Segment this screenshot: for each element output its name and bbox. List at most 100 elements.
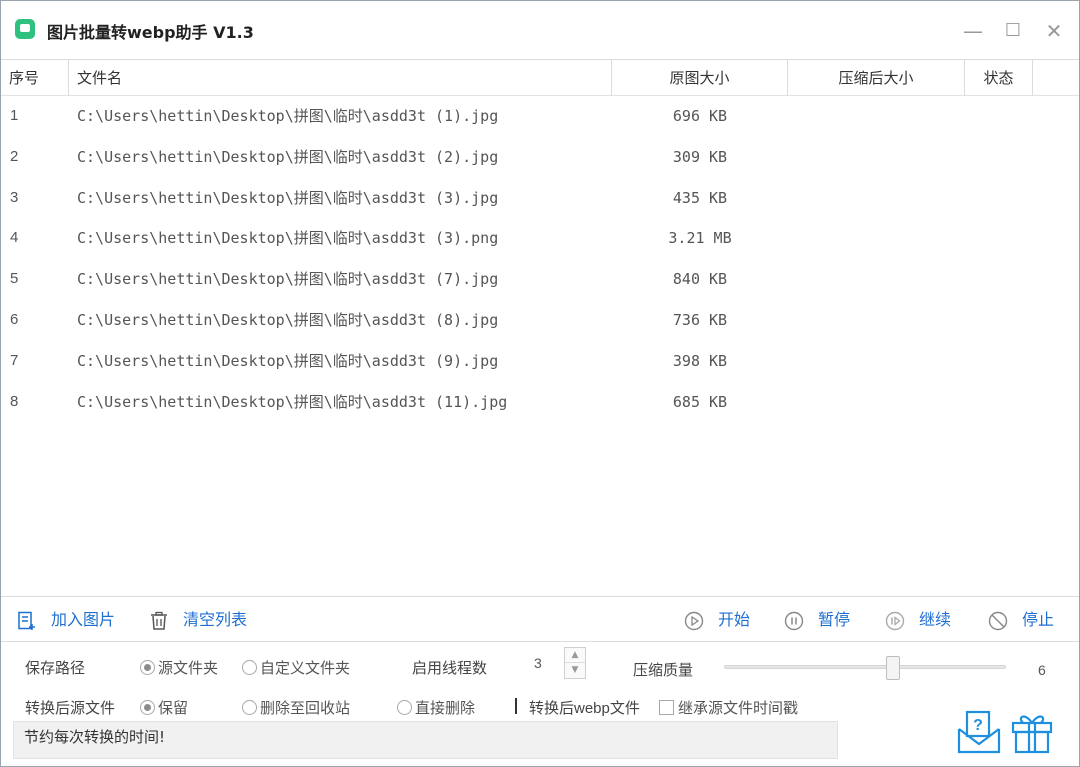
radio-dot	[140, 700, 155, 715]
table-row[interactable]: 5 C:\Users\hettin\Desktop\拼图\临时\asdd3t (…	[1, 259, 1079, 300]
row-index: 2	[10, 147, 19, 165]
action-toolbar: 加入图片 清空列表 开始 暂停 继续 停止	[1, 597, 1079, 642]
start-label: 开始	[718, 610, 751, 629]
column-header-index[interactable]: 序号	[1, 60, 69, 96]
row-original-size: 736 KB	[672, 310, 728, 329]
save-path-label: 保存路径	[25, 660, 86, 677]
quality-slider-handle[interactable]	[886, 656, 901, 680]
row-original-size: 696 KB	[672, 107, 728, 125]
inherit-timestamp-checkbox[interactable]: 继承源文件时间戳	[659, 697, 798, 718]
checkbox-box	[659, 700, 674, 715]
threads-label: 启用线程数	[412, 660, 488, 677]
row-index: 3	[10, 188, 19, 206]
row-original-size: 309 KB	[672, 147, 728, 166]
pause-icon	[784, 611, 804, 630]
add-images-button[interactable]: 加入图片	[17, 597, 115, 642]
radio-label: 源文件夹	[158, 659, 219, 677]
row-original-size: 435 KB	[672, 188, 728, 207]
column-header-status[interactable]: 状态	[965, 60, 1033, 96]
row-file-path: C:\Users\hettin\Desktop\拼图\临时\asdd3t (3)…	[77, 229, 499, 248]
column-header-filename[interactable]: 文件名	[69, 60, 612, 96]
resume-button[interactable]: 继续	[885, 597, 951, 642]
svg-text:?: ?	[973, 717, 983, 734]
pause-label: 暂停	[818, 610, 851, 629]
clear-list-button[interactable]: 清空列表	[149, 597, 247, 642]
resume-label: 继续	[919, 610, 952, 629]
trash-icon	[151, 611, 167, 630]
app-window: 图片批量转webp助手 V1.3 — ☐ ✕ 序号 文件名 原图大小 压缩后大小…	[0, 0, 1080, 767]
quality-label: 压缩质量	[633, 662, 694, 679]
stop-label: 停止	[1022, 610, 1055, 629]
save-path-custom-folder-radio[interactable]: 自定义文件夹	[242, 657, 350, 678]
table-row[interactable]: 2 C:\Users\hettin\Desktop\拼图\临时\asdd3t (…	[1, 137, 1079, 178]
source-delete-radio[interactable]: 直接删除	[397, 697, 475, 718]
file-table[interactable]: 序号 文件名 原图大小 压缩后大小 状态 1 C:\Users\hettin\D…	[1, 59, 1079, 597]
row-index: 7	[10, 351, 19, 369]
status-message: 节约每次转换的时间!	[13, 721, 838, 759]
row-file-path: C:\Users\hettin\Desktop\拼图\临时\asdd3t (8)…	[77, 310, 499, 329]
row-index: 1	[10, 107, 19, 124]
quality-value: 6	[1038, 662, 1046, 678]
table-header: 序号 文件名 原图大小 压缩后大小 状态	[1, 60, 1079, 96]
minimize-button[interactable]: —	[959, 17, 987, 45]
stepper-up-icon[interactable]: ▲	[565, 648, 585, 663]
column-header-original-size[interactable]: 原图大小	[612, 60, 788, 96]
radio-dot	[242, 660, 257, 675]
add-images-label: 加入图片	[51, 610, 116, 629]
divider	[515, 698, 517, 714]
row-index: 4	[10, 229, 19, 247]
radio-dot	[242, 700, 257, 715]
threads-stepper[interactable]: ▲ ▼	[564, 647, 586, 679]
stepper-down-icon[interactable]: ▼	[565, 663, 585, 678]
close-button[interactable]: ✕	[1040, 17, 1068, 45]
maximize-button[interactable]: ☐	[999, 17, 1027, 45]
table-row[interactable]: 3 C:\Users\hettin\Desktop\拼图\临时\asdd3t (…	[1, 178, 1079, 219]
gift-icon[interactable]	[1009, 709, 1055, 755]
row-index: 6	[10, 310, 19, 328]
radio-dot	[397, 700, 412, 715]
row-original-size: 398 KB	[672, 351, 728, 370]
table-row[interactable]: 4 C:\Users\hettin\Desktop\拼图\临时\asdd3t (…	[1, 218, 1079, 259]
save-path-source-folder-radio[interactable]: 源文件夹	[140, 657, 218, 678]
checkbox-label: 继承源文件时间戳	[678, 699, 799, 717]
source-keep-radio[interactable]: 保留	[140, 697, 188, 718]
radio-label: 保留	[158, 699, 189, 717]
quality-slider[interactable]	[724, 665, 1006, 669]
row-file-path: C:\Users\hettin\Desktop\拼图\临时\asdd3t (2)…	[77, 147, 499, 166]
table-row[interactable]: 6 C:\Users\hettin\Desktop\拼图\临时\asdd3t (…	[1, 300, 1079, 341]
radio-label: 直接删除	[415, 699, 476, 717]
row-original-size: 3.21 MB	[668, 229, 732, 248]
source-after-label: 转换后源文件	[25, 700, 116, 717]
app-title: 图片批量转webp助手 V1.3	[47, 23, 254, 42]
pause-button[interactable]: 暂停	[784, 597, 850, 642]
play-icon	[684, 611, 704, 630]
table-row[interactable]: 8 C:\Users\hettin\Desktop\拼图\临时\asdd3t (…	[1, 382, 1079, 423]
row-file-path: C:\Users\hettin\Desktop\拼图\临时\asdd3t (9)…	[77, 351, 499, 370]
table-row[interactable]: 1 C:\Users\hettin\Desktop\拼图\临时\asdd3t (…	[1, 96, 1079, 137]
row-original-size: 685 KB	[672, 392, 728, 411]
webp-after-label: 转换后webp文件	[529, 700, 640, 717]
start-button[interactable]: 开始	[684, 597, 750, 642]
table-row[interactable]: 7 C:\Users\hettin\Desktop\拼图\临时\asdd3t (…	[1, 341, 1079, 382]
row-file-path: C:\Users\hettin\Desktop\拼图\临时\asdd3t (11…	[77, 392, 508, 411]
add-file-icon	[18, 611, 35, 630]
stop-button[interactable]: 停止	[988, 597, 1054, 642]
app-logo-icon	[15, 19, 35, 39]
row-file-path: C:\Users\hettin\Desktop\拼图\临时\asdd3t (3)…	[77, 188, 499, 207]
threads-value[interactable]: 3	[534, 655, 542, 671]
title-bar: 图片批量转webp助手 V1.3 — ☐ ✕	[1, 1, 1079, 59]
radio-label: 自定义文件夹	[260, 659, 351, 677]
column-header-compressed-size[interactable]: 压缩后大小	[788, 60, 965, 96]
source-recycle-radio[interactable]: 删除至回收站	[242, 697, 350, 718]
row-index: 8	[10, 392, 19, 410]
table-body: 1 C:\Users\hettin\Desktop\拼图\临时\asdd3t (…	[1, 96, 1079, 422]
resume-icon	[885, 611, 905, 630]
clear-list-label: 清空列表	[183, 610, 248, 629]
radio-label: 删除至回收站	[260, 699, 351, 717]
help-mail-icon[interactable]: ?	[956, 709, 1002, 755]
radio-dot	[140, 660, 155, 675]
row-file-path: C:\Users\hettin\Desktop\拼图\临时\asdd3t (1)…	[77, 107, 499, 125]
row-file-path: C:\Users\hettin\Desktop\拼图\临时\asdd3t (7)…	[77, 270, 499, 289]
row-index: 5	[10, 270, 19, 288]
stop-icon	[988, 611, 1008, 630]
